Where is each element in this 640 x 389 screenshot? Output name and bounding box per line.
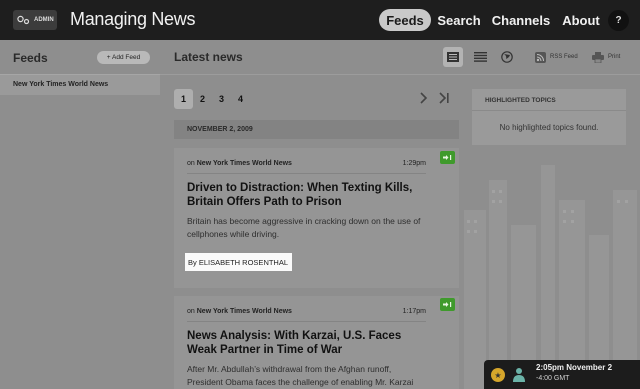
article-source-line: on New York Times World News (187, 160, 292, 167)
article-byline: By ELISABETH ROSENTHAL (185, 253, 293, 271)
article-divider (187, 173, 426, 174)
sidebar-item-nyt-world-news[interactable]: New York Times World News (0, 74, 160, 95)
highlighted-topics-title: HIGHLIGHTED TOPICS (485, 97, 556, 104)
compact-list-icon (473, 52, 487, 62)
page-title: Latest news (174, 50, 243, 64)
nav-about[interactable]: About (558, 9, 604, 31)
article-title[interactable]: News Analysis: With Karzai, U.S. Faces W… (187, 329, 427, 357)
last-page-button[interactable] (438, 92, 450, 107)
add-feed-button[interactable]: + Add Feed (97, 51, 150, 64)
list-view-icon (447, 52, 459, 62)
next-page-button[interactable] (419, 92, 428, 107)
share-icon (443, 155, 452, 160)
article-summary: Britain has become aggressive in crackin… (187, 216, 421, 239)
app-title[interactable]: Managing News (70, 9, 195, 30)
nav-channels[interactable]: Channels (490, 9, 552, 31)
article-on-label: on (187, 160, 195, 167)
nav-feeds[interactable]: Feeds (379, 9, 431, 31)
map-view-button[interactable] (497, 47, 517, 67)
highlighted-topics-panel: HIGHLIGHTED TOPICS No highlighted topics… (472, 89, 626, 145)
share-button[interactable] (440, 298, 455, 311)
share-icon (443, 302, 452, 307)
help-button[interactable]: ? (608, 10, 629, 31)
article-time: 1:17pm (402, 308, 426, 315)
article-title[interactable]: Driven to Distraction: When Texting Kill… (187, 181, 427, 209)
chevron-right-icon (420, 92, 428, 104)
clock-timezone: -4:00 GMT (536, 375, 570, 382)
page-1-button[interactable]: 1 (174, 89, 193, 109)
print-link[interactable]: Print (592, 50, 620, 64)
compact-view-button[interactable] (470, 47, 490, 67)
city-skyline-illustration (464, 165, 637, 389)
date-header: NOVEMBER 2, 2009 (174, 120, 459, 139)
rss-icon (535, 51, 546, 63)
printer-icon (592, 51, 604, 63)
article-summary: After Mr. Abdullah’s withdrawal from the… (187, 364, 414, 387)
article-source[interactable]: New York Times World News (197, 160, 292, 167)
highlighted-topics-empty: No highlighted topics found. (499, 123, 599, 132)
rss-label: RSS Feed (550, 54, 578, 60)
globe-icon (501, 51, 513, 63)
header-divider (160, 74, 640, 75)
news-item: on New York Times World News 1:17pm News… (174, 296, 459, 389)
page-4-button[interactable]: 4 (231, 89, 250, 109)
admin-label: ADMIN (34, 17, 54, 23)
last-page-icon (439, 92, 449, 104)
sidebar-title: Feeds (13, 51, 48, 65)
user-icon[interactable] (512, 367, 526, 382)
page-3-button[interactable]: 3 (212, 89, 231, 109)
clock-time: 2:05pm November 2 (536, 363, 613, 372)
list-view-button[interactable] (443, 47, 463, 67)
article-source[interactable]: New York Times World News (197, 308, 292, 315)
share-button[interactable] (440, 151, 455, 164)
nav-search[interactable]: Search (435, 9, 483, 31)
page-2-button[interactable]: 2 (193, 89, 212, 109)
rss-feed-link[interactable]: RSS Feed (535, 50, 578, 64)
print-label: Print (608, 54, 621, 60)
news-item: on New York Times World News 1:29pm Driv… (174, 148, 459, 288)
article-on-label: on (187, 308, 195, 315)
article-time: 1:29pm (402, 160, 426, 167)
panel-divider (472, 110, 626, 111)
article-divider (187, 321, 426, 322)
admin-gears-icon (17, 15, 30, 25)
top-navigation-bar: ADMIN Managing News Feeds Search Channel… (0, 0, 640, 40)
clock-widget: ★ 2:05pm November 2 -4:00 GMT (484, 360, 640, 389)
admin-button[interactable]: ADMIN (13, 10, 57, 30)
pagination: 1 2 3 4 (174, 89, 250, 109)
star-icon[interactable]: ★ (491, 368, 505, 382)
article-source-line: on New York Times World News (187, 308, 292, 315)
